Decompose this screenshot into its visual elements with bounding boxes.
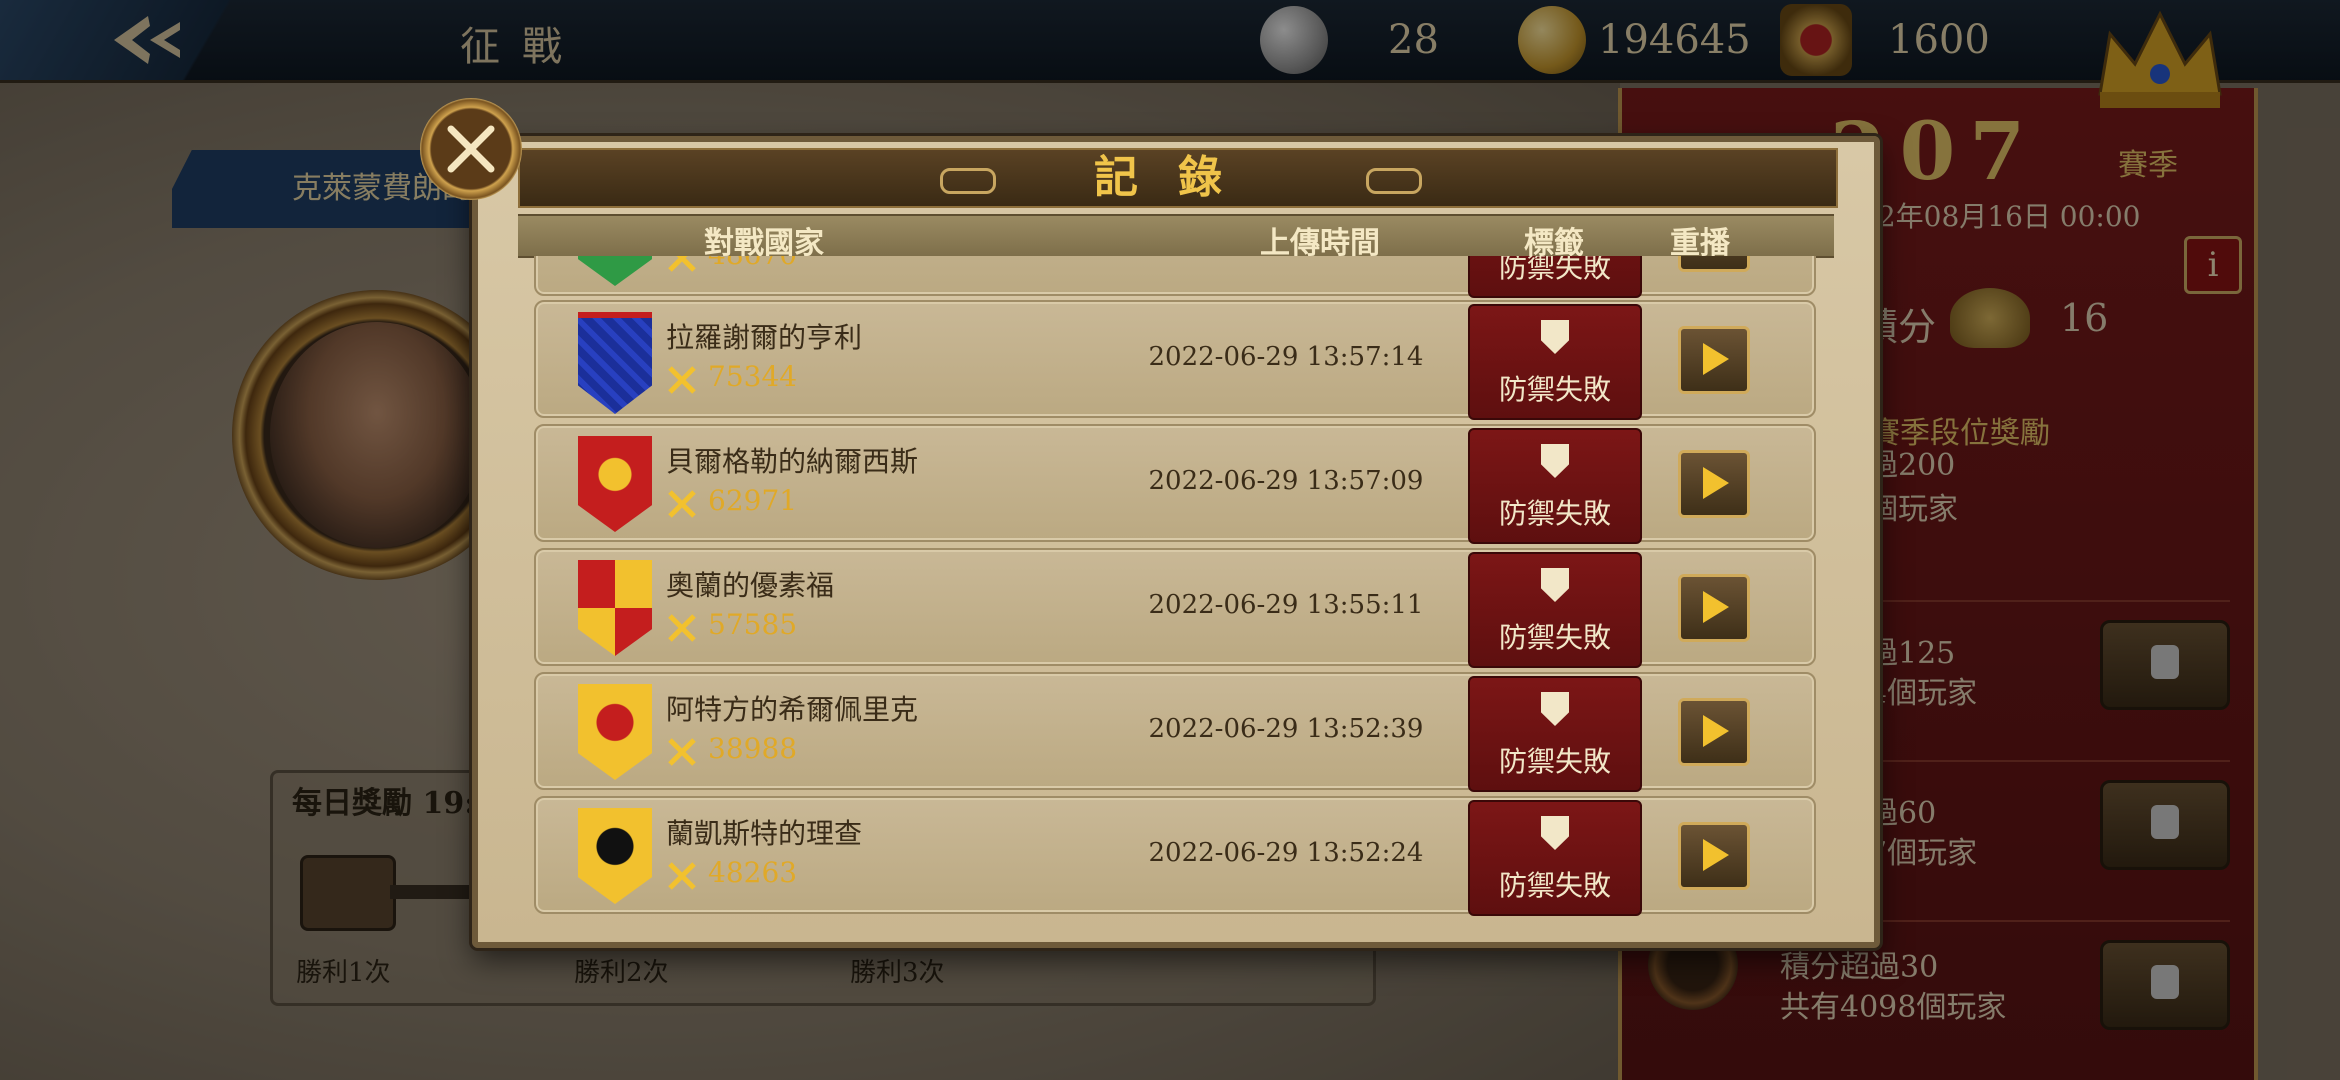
record-upload-time: 2022-06-29 13:52:24 <box>1148 838 1424 868</box>
record-upload-time: 2022-06-29 13:57:14 <box>1148 342 1424 372</box>
record-nation: 阿特方的希爾佩里克 <box>666 693 919 726</box>
record-upload-time: 2022-06-29 13:52:39 <box>1148 714 1424 744</box>
replay-button[interactable] <box>1678 256 1750 272</box>
black-eagle-shield-icon <box>578 808 652 904</box>
record-upload-time: 2022-06-29 13:57:09 <box>1148 466 1424 496</box>
shield-icon <box>1541 816 1569 850</box>
record-tag: 防禦失敗 <box>1468 428 1642 544</box>
record-nation: 蘭凱斯特的理查 <box>666 817 863 850</box>
record-row: 貝爾格勒的納爾西斯 62971 2022-06-29 13:57:09 防禦失敗 <box>534 424 1816 544</box>
record-row: 蘭凱斯特的理查 48263 2022-06-29 13:52:24 防禦失敗 <box>534 796 1816 916</box>
quartered-lion-shield-icon <box>578 560 652 656</box>
record-nation: 貝爾格勒的納爾西斯 <box>666 445 919 478</box>
crossed-swords-icon <box>668 366 696 394</box>
shield-icon <box>1541 692 1569 726</box>
crossed-swords-icon <box>668 614 696 642</box>
record-tag: 防禦失敗 <box>1468 256 1642 298</box>
shield-icon <box>1541 444 1569 478</box>
record-power: 57585 <box>708 608 798 641</box>
eagle-shield-icon <box>578 436 652 532</box>
record-row: 48670 防禦失敗 <box>534 256 1816 298</box>
record-list[interactable]: 48670 防禦失敗 拉羅謝爾的亨利 75344 2022-06-29 13:5… <box>534 256 1816 918</box>
green-shield-icon <box>578 256 652 286</box>
record-nation: 拉羅謝爾的亨利 <box>666 321 863 354</box>
record-power: 48263 <box>708 856 798 889</box>
tag-text: 防禦失敗 <box>1498 869 1611 902</box>
replay-button[interactable] <box>1678 698 1750 766</box>
record-tag: 防禦失敗 <box>1468 552 1642 668</box>
record-tag: 防禦失敗 <box>1468 800 1642 916</box>
shield-icon <box>1541 320 1569 354</box>
replay-button[interactable] <box>1678 326 1750 394</box>
record-upload-time: 2022-06-29 13:55:11 <box>1148 590 1424 620</box>
crossed-swords-icon <box>668 256 696 272</box>
tag-text: 防禦失敗 <box>1498 373 1611 406</box>
red-lion-shield-icon <box>578 684 652 780</box>
record-power: 38988 <box>708 732 798 765</box>
replay-button[interactable] <box>1678 450 1750 518</box>
crossed-swords-icon <box>668 738 696 766</box>
shield-icon <box>1541 568 1569 602</box>
table-header: 對戰國家 上傳時間 標籤 重播 <box>518 214 1834 261</box>
record-tag: 防禦失敗 <box>1468 676 1642 792</box>
tag-text: 防禦失敗 <box>1498 621 1611 654</box>
record-power: 62971 <box>708 484 798 517</box>
record-row: 奧蘭的優素福 57585 2022-06-29 13:55:11 防禦失敗 <box>534 548 1816 668</box>
dialog-header: 記錄 <box>518 148 1838 208</box>
close-button[interactable] <box>420 98 522 200</box>
record-nation: 奧蘭的優素福 <box>666 569 835 602</box>
record-power: 48670 <box>708 256 797 271</box>
crossed-swords-icon <box>668 862 696 890</box>
record-power: 75344 <box>708 360 798 393</box>
record-row: 拉羅謝爾的亨利 75344 2022-06-29 13:57:14 防禦失敗 <box>534 300 1816 420</box>
tag-text: 防禦失敗 <box>1498 745 1611 778</box>
tag-text: 防禦失敗 <box>1498 497 1611 530</box>
tag-text: 防禦失敗 <box>1498 256 1611 284</box>
replay-button[interactable] <box>1678 822 1750 890</box>
close-icon <box>447 125 495 173</box>
fleur-de-lis-shield-icon <box>578 312 652 414</box>
record-tag: 防禦失敗 <box>1468 304 1642 420</box>
record-dialog: 記錄 對戰國家 上傳時間 標籤 重播 48670 防禦失敗 拉羅謝爾的亨利 75… <box>472 136 1880 948</box>
crossed-swords-icon <box>668 490 696 518</box>
replay-button[interactable] <box>1678 574 1750 642</box>
dialog-title: 記錄 <box>1094 152 1262 203</box>
record-row: 阿特方的希爾佩里克 38988 2022-06-29 13:52:39 防禦失敗 <box>534 672 1816 792</box>
